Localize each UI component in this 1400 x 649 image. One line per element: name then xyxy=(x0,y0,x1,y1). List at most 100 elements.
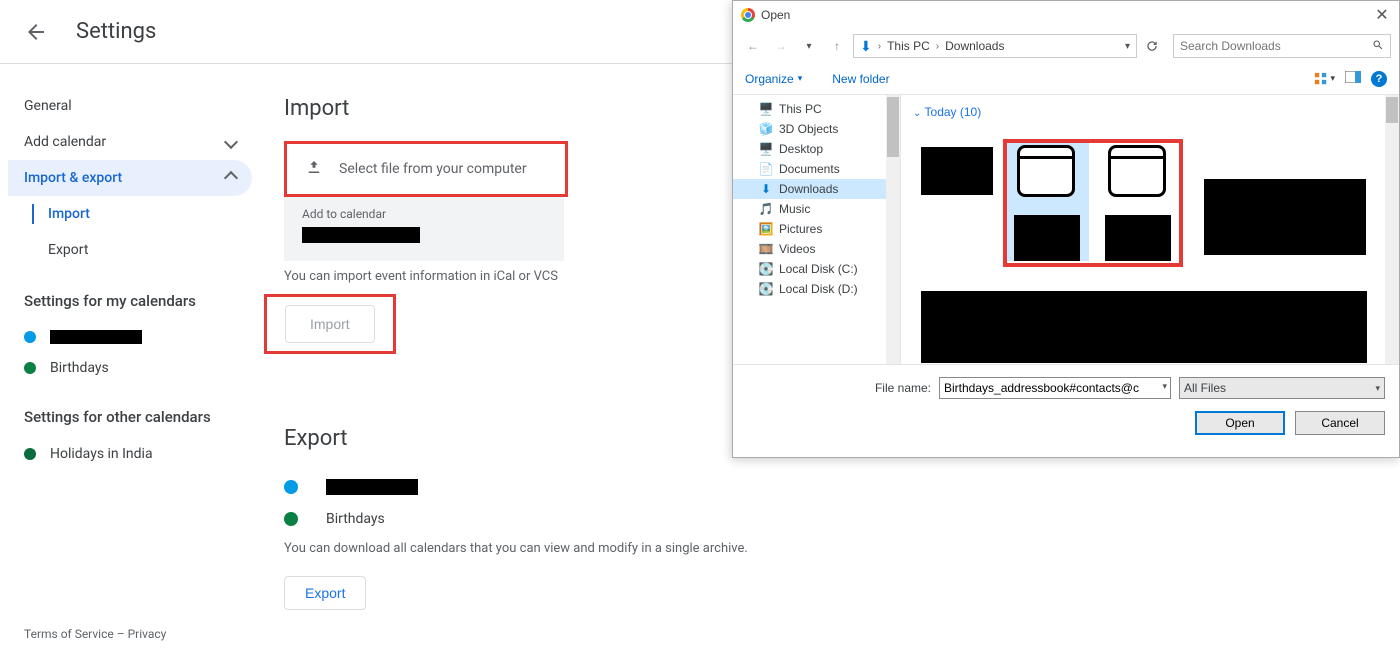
redacted-text xyxy=(326,479,418,495)
select-file-button[interactable]: Select file from your computer xyxy=(287,144,565,194)
chevron-up-icon xyxy=(224,171,238,185)
cal-item-holidays[interactable]: Holidays in India xyxy=(8,438,252,470)
new-folder-button[interactable]: New folder xyxy=(832,72,889,86)
annotation-highlight: Select file from your computer xyxy=(284,141,568,197)
filetype-select[interactable]: All Files ▾ xyxy=(1179,377,1385,399)
sidebar-item-label: Export xyxy=(48,242,88,258)
pictures-icon: 🖼️ xyxy=(759,222,773,236)
close-button[interactable]: ✕ xyxy=(1373,6,1391,24)
sidebar-item-label: Add calendar xyxy=(24,134,106,150)
file-item[interactable] xyxy=(921,147,993,195)
cal-item-birthdays[interactable]: Birthdays xyxy=(8,352,252,384)
tree-disk-c[interactable]: 💽Local Disk (C:) xyxy=(733,259,900,279)
tree-desktop[interactable]: 🖥️Desktop xyxy=(733,139,900,159)
import-button[interactable]: Import xyxy=(285,305,375,343)
folder-tree: 🖥️This PC 🧊3D Objects 🖥️Desktop 📄Documen… xyxy=(733,95,901,364)
sidebar-item-label: General xyxy=(24,98,72,114)
redacted-text xyxy=(50,330,142,344)
nav-up-icon[interactable]: ↑ xyxy=(825,34,849,58)
file-item[interactable] xyxy=(921,291,1367,363)
disk-icon: 💽 xyxy=(759,282,773,296)
nav-forward-icon[interactable]: → xyxy=(769,34,793,58)
help-icon[interactable]: ? xyxy=(1371,71,1387,87)
sidebar-item-label: Import & export xyxy=(24,170,122,186)
select-file-label: Select file from your computer xyxy=(339,161,527,177)
annotation-highlight xyxy=(1003,139,1183,267)
export-button[interactable]: Export xyxy=(284,576,366,610)
breadcrumb-this-pc[interactable]: This PC xyxy=(887,39,930,53)
download-arrow-icon: ⬇ xyxy=(860,38,872,55)
organize-button[interactable]: Organize ▾ xyxy=(745,72,802,86)
breadcrumb[interactable]: ⬇ › This PC › Downloads ▾ xyxy=(853,34,1137,58)
chevron-down-icon xyxy=(224,135,238,149)
tree-scrollbar[interactable] xyxy=(886,95,900,364)
export-note: You can download all calendars that you … xyxy=(284,541,844,556)
dropdown-icon: ▾ xyxy=(1375,383,1380,394)
3d-icon: 🧊 xyxy=(759,122,773,136)
preview-pane-button[interactable] xyxy=(1345,71,1361,86)
filetype-label: All Files xyxy=(1184,381,1226,395)
dropdown-icon[interactable]: ▾ xyxy=(1162,381,1167,392)
calendar-color-dot xyxy=(24,448,36,460)
sidebar-sub-export[interactable]: Export xyxy=(8,232,252,268)
calendar-color-dot xyxy=(24,331,36,343)
file-open-dialog: Open ✕ ← → ▾ ↑ ⬇ › This PC › Downloads ▾… xyxy=(732,0,1400,458)
upload-icon xyxy=(305,158,323,180)
my-calendars-heading: Settings for my calendars xyxy=(8,268,252,322)
calendar-color-dot xyxy=(284,512,298,526)
sidebar-sub-import[interactable]: Import xyxy=(8,196,252,232)
filename-label: File name: xyxy=(875,381,931,395)
sidebar-item-general[interactable]: General xyxy=(8,88,252,124)
breadcrumb-dropdown-icon[interactable]: ▾ xyxy=(1125,41,1130,52)
tree-music[interactable]: 🎵Music xyxy=(733,199,900,219)
tree-pictures[interactable]: 🖼️Pictures xyxy=(733,219,900,239)
tree-disk-d[interactable]: 💽Local Disk (D:) xyxy=(733,279,900,299)
tree-downloads[interactable]: ⬇Downloads xyxy=(733,179,900,199)
nav-recent-dropdown[interactable]: ▾ xyxy=(797,34,821,58)
search-box[interactable] xyxy=(1173,34,1391,58)
sidebar-item-label: Import xyxy=(48,206,90,222)
desktop-icon: 🖥️ xyxy=(759,142,773,156)
open-button[interactable]: Open xyxy=(1195,411,1285,435)
disk-icon: 💽 xyxy=(759,262,773,276)
chrome-icon xyxy=(741,8,755,22)
annotation-highlight: Import xyxy=(264,294,396,354)
filename-input[interactable] xyxy=(939,377,1171,399)
back-icon[interactable] xyxy=(24,20,48,44)
file-list: ⌄ Today (10) xyxy=(901,95,1399,364)
pc-icon: 🖥️ xyxy=(759,102,773,116)
tree-videos[interactable]: 🎞️Videos xyxy=(733,239,900,259)
export-cal-birthdays: Birthdays xyxy=(284,503,844,535)
tree-documents[interactable]: 📄Documents xyxy=(733,159,900,179)
calendar-color-dot xyxy=(284,480,298,494)
calendar-color-dot xyxy=(24,362,36,374)
add-to-calendar-select[interactable]: Add to calendar xyxy=(284,197,564,261)
footer: Terms of Service – Privacy xyxy=(24,627,166,641)
calendar-label: Holidays in India xyxy=(50,446,153,462)
view-mode-button[interactable]: ▾ xyxy=(1314,72,1335,86)
files-scrollbar[interactable] xyxy=(1385,95,1399,364)
search-input[interactable] xyxy=(1180,39,1372,53)
tree-3d-objects[interactable]: 🧊3D Objects xyxy=(733,119,900,139)
file-group-today[interactable]: ⌄ Today (10) xyxy=(913,105,1387,119)
documents-icon: 📄 xyxy=(759,162,773,176)
sidebar-item-import-export[interactable]: Import & export xyxy=(8,160,252,196)
sidebar-item-add-calendar[interactable]: Add calendar xyxy=(8,124,252,160)
file-item[interactable] xyxy=(1204,179,1366,255)
calendar-label: Birthdays xyxy=(326,511,385,527)
calendar-label: Birthdays xyxy=(50,360,109,376)
dialog-title: Open xyxy=(761,8,790,22)
breadcrumb-downloads[interactable]: Downloads xyxy=(945,39,1004,53)
page-title: Settings xyxy=(76,19,156,44)
terms-link[interactable]: Terms of Service xyxy=(24,627,114,641)
cal-item-own[interactable] xyxy=(8,322,252,352)
sidebar: General Add calendar Import & export Imp… xyxy=(0,64,260,610)
nav-back-icon[interactable]: ← xyxy=(741,34,765,58)
privacy-link[interactable]: Privacy xyxy=(128,627,167,641)
redacted-text xyxy=(302,227,420,243)
tree-this-pc[interactable]: 🖥️This PC xyxy=(733,99,900,119)
cancel-button[interactable]: Cancel xyxy=(1295,411,1385,435)
downloads-icon: ⬇ xyxy=(759,182,773,196)
refresh-icon[interactable] xyxy=(1141,35,1163,57)
search-icon xyxy=(1372,39,1384,54)
